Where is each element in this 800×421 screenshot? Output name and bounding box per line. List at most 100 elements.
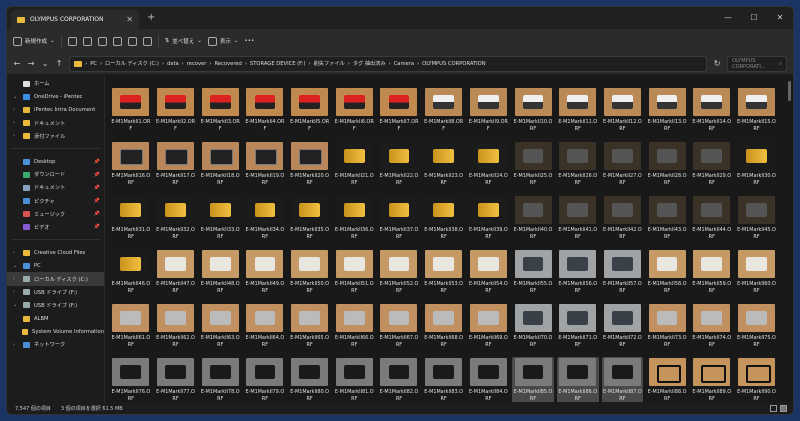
file-item[interactable]: E-M1MarkII83.ORF [423, 357, 465, 402]
search-input[interactable]: OLYMPUS CORPORATI... ⌕ [727, 55, 787, 72]
chevron-icon[interactable]: › [13, 276, 19, 282]
file-item[interactable]: E-M1MarkII72.ORF [602, 303, 644, 357]
file-item[interactable]: E-M1MarkII87.ORF [601, 357, 644, 402]
file-item[interactable]: E-M1MarkII70.ORF [512, 303, 554, 357]
file-item[interactable]: E-M1MarkII75.ORF [736, 303, 778, 357]
file-item[interactable]: E-M1MarkII73.ORF [646, 303, 688, 357]
file-item[interactable]: E-M1MarkII16.ORF [110, 141, 152, 195]
file-item[interactable]: E-M1MarkII69.ORF [468, 303, 510, 357]
more-button[interactable]: ••• [244, 38, 254, 44]
file-item[interactable]: E-M1MarkII78.ORF [199, 357, 241, 402]
copy-icon[interactable] [82, 36, 92, 46]
up-arrow-icon[interactable]: ↑ [55, 59, 63, 68]
file-item[interactable]: E-M1MarkII65.ORF [289, 303, 331, 357]
file-item[interactable]: E-M1MarkII90.ORF [736, 357, 778, 402]
sidebar-item[interactable]: Desktop 📌 [7, 155, 104, 168]
file-item[interactable]: E-M1MarkII33.ORF [199, 195, 241, 249]
file-item[interactable]: E-M1MarkII18.ORF [199, 141, 241, 195]
details-view-icon[interactable] [770, 404, 777, 412]
breadcrumb-item[interactable]: 削失ファイル [314, 60, 345, 67]
file-item[interactable]: E-M1MarkII21.ORF [333, 141, 375, 195]
recent-chevron-icon[interactable]: ⌄ [41, 59, 49, 68]
breadcrumb-item[interactable]: Camera [394, 61, 414, 67]
file-item[interactable]: E-M1MarkII47.ORF [155, 249, 197, 303]
file-item[interactable]: E-M1MarkII68.ORF [423, 303, 465, 357]
file-item[interactable]: E-M1MarkII8.ORF [423, 87, 465, 141]
breadcrumb-item[interactable]: PC [90, 61, 97, 67]
sidebar-item[interactable]: › USB ドライブ (F:) [7, 286, 104, 299]
tab-olympus-corporation[interactable]: OLYMPUS CORPORATION ✕ [11, 10, 139, 29]
sidebar-item[interactable]: ピクチャ 📌 [7, 195, 104, 208]
file-item[interactable]: E-M1MarkII80.ORF [289, 357, 331, 402]
sidebar-item[interactable]: ダウンロード 📌 [7, 168, 104, 181]
file-item[interactable]: E-M1MarkII39.ORF [468, 195, 510, 249]
chevron-icon[interactable]: › [13, 250, 19, 256]
file-item[interactable]: E-M1MarkII1.ORF [110, 87, 152, 141]
file-item[interactable]: E-M1MarkII71.ORF [557, 303, 599, 357]
file-item[interactable]: E-M1MarkII23.ORF [423, 141, 465, 195]
file-item[interactable]: E-M1MarkII56.ORF [557, 249, 599, 303]
sidebar-item[interactable]: › ローカル ディスク (C:) [7, 272, 104, 286]
view-button[interactable]: 表示 ⌄ [207, 36, 238, 46]
breadcrumb-item[interactable]: タグ 抽出済み [353, 60, 386, 67]
file-item[interactable]: E-M1MarkII81.ORF [333, 357, 375, 402]
file-item[interactable]: E-M1MarkII67.ORF [378, 303, 420, 357]
file-item[interactable]: E-M1MarkII26.ORF [557, 141, 599, 195]
file-item[interactable]: E-M1MarkII29.ORF [691, 141, 733, 195]
breadcrumb-item[interactable]: data [167, 61, 179, 67]
file-item[interactable]: E-M1MarkII34.ORF [244, 195, 286, 249]
file-item[interactable]: E-M1MarkII35.ORF [289, 195, 331, 249]
file-item[interactable]: E-M1MarkII37.ORF [378, 195, 420, 249]
file-item[interactable]: E-M1MarkII50.ORF [289, 249, 331, 303]
file-item[interactable]: E-M1MarkII76.ORF [110, 357, 152, 402]
file-item[interactable]: E-M1MarkII45.ORF [736, 195, 778, 249]
file-item[interactable]: E-M1MarkII53.ORF [423, 249, 465, 303]
file-item[interactable]: E-M1MarkII62.ORF [155, 303, 197, 357]
file-item[interactable]: E-M1MarkII74.ORF [691, 303, 733, 357]
new-button[interactable]: 新規作成 ⌄ [13, 36, 55, 46]
file-item[interactable]: E-M1MarkII27.ORF [602, 141, 644, 195]
file-item[interactable]: E-M1MarkII3.ORF [199, 87, 241, 141]
close-button[interactable]: ✕ [767, 7, 793, 27]
file-item[interactable]: E-M1MarkII6.ORF [333, 87, 375, 141]
sidebar-item[interactable]: ⌄ OneDrive - iPentec [7, 90, 104, 103]
file-item[interactable]: E-M1MarkII22.ORF [378, 141, 420, 195]
file-item[interactable]: E-M1MarkII40.ORF [512, 195, 554, 249]
sort-button[interactable]: ⇅ 並べ替え ⌄ [165, 37, 202, 45]
breadcrumb-item[interactable]: recover [187, 61, 207, 67]
file-item[interactable]: E-M1MarkII57.ORF [602, 249, 644, 303]
file-item[interactable]: E-M1MarkII44.ORF [691, 195, 733, 249]
chevron-icon[interactable]: › [13, 289, 19, 295]
file-item[interactable]: E-M1MarkII28.ORF [646, 141, 688, 195]
file-item[interactable]: E-M1MarkII32.ORF [155, 195, 197, 249]
file-item[interactable]: E-M1MarkII17.ORF [155, 141, 197, 195]
file-item[interactable]: E-M1MarkII49.ORF [244, 249, 286, 303]
file-item[interactable]: E-M1MarkII61.ORF [110, 303, 152, 357]
file-item[interactable]: E-M1MarkII54.ORF [468, 249, 510, 303]
sidebar-item[interactable]: › ドキュメント [7, 117, 104, 130]
chevron-icon[interactable]: › [13, 107, 19, 113]
sidebar-item[interactable]: ビデオ 📌 [7, 221, 104, 234]
sidebar-item[interactable]: › 添付ファイル [7, 130, 104, 143]
file-item[interactable]: E-M1MarkII85.ORF [512, 357, 554, 402]
file-item[interactable]: E-M1MarkII46.ORF [110, 249, 152, 303]
file-item[interactable]: E-M1MarkII84.ORF [468, 357, 510, 402]
file-item[interactable]: E-M1MarkII36.ORF [333, 195, 375, 249]
file-item[interactable]: E-M1MarkII20.ORF [289, 141, 331, 195]
sidebar-item[interactable]: ドキュメント 📌 [7, 181, 104, 194]
file-item[interactable]: E-M1MarkII2.ORF [155, 87, 197, 141]
file-item[interactable]: E-M1MarkII7.ORF [378, 87, 420, 141]
file-item[interactable]: E-M1MarkII88.ORF [646, 357, 688, 402]
sidebar-item[interactable]: › ネットワーク [7, 338, 104, 351]
chevron-icon[interactable]: › [13, 120, 19, 126]
sidebar-item[interactable]: ホーム [7, 77, 104, 90]
sidebar-item[interactable]: › Creative Cloud Files [7, 246, 104, 259]
chevron-icon[interactable]: › [13, 342, 19, 348]
file-item[interactable]: E-M1MarkII12.ORF [602, 87, 644, 141]
delete-icon[interactable] [142, 36, 152, 46]
chevron-icon[interactable]: ⌄ [13, 94, 19, 100]
file-item[interactable]: E-M1MarkII77.ORF [155, 357, 197, 402]
file-item[interactable]: E-M1MarkII59.ORF [691, 249, 733, 303]
chevron-icon[interactable]: ⌄ [13, 263, 19, 269]
thumbnail-view-icon[interactable] [780, 404, 787, 412]
